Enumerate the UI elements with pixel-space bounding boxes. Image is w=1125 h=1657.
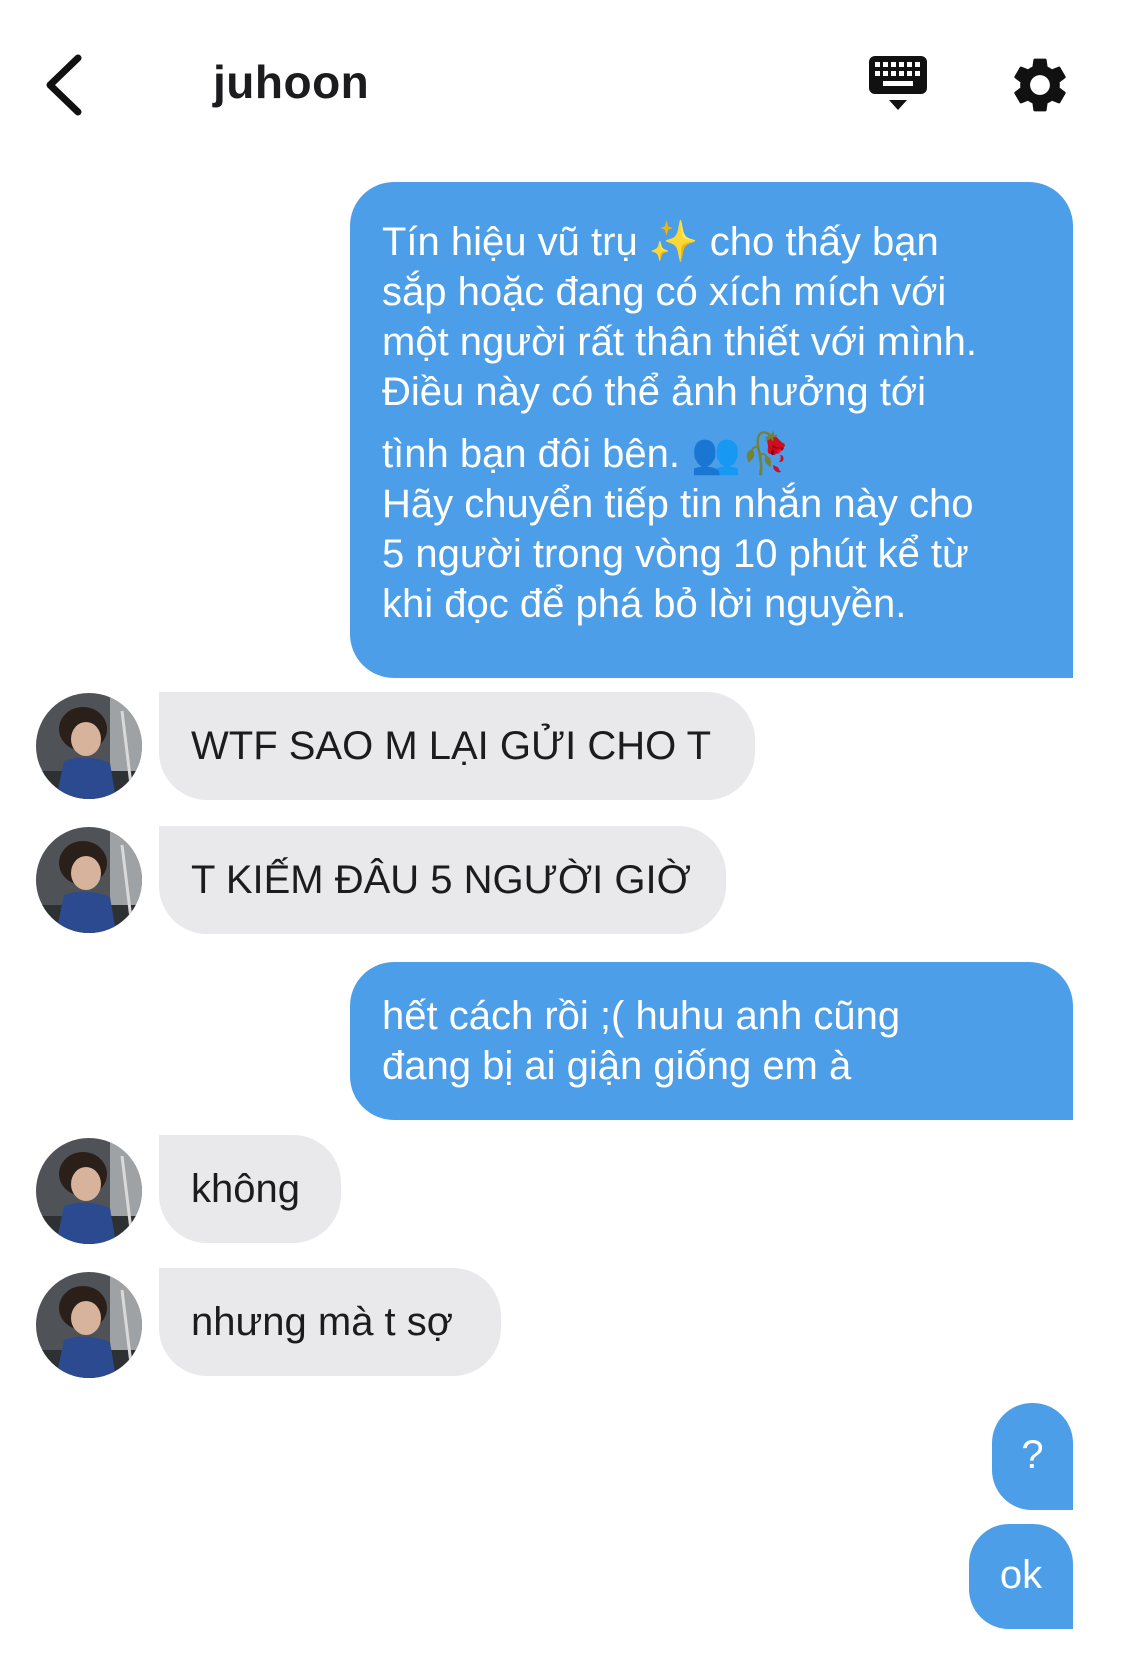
- chat-title[interactable]: juhoon: [213, 55, 369, 109]
- message-text: ?: [1021, 1433, 1044, 1477]
- message-text: ok: [999, 1553, 1043, 1597]
- avatar[interactable]: [36, 693, 142, 799]
- message-line: sắp hoặc đang có xích mích với: [382, 270, 947, 314]
- avatar[interactable]: [36, 1272, 142, 1378]
- keyboard-icon: [869, 56, 927, 110]
- message-line: đang bị ai giận giống em à: [382, 1044, 852, 1088]
- message-line: Hãy chuyển tiếp tin nhắn này cho: [382, 482, 974, 526]
- message-text: T KIẾM ĐÂU 5 NGƯỜI GIỜ: [191, 858, 691, 902]
- avatar[interactable]: [36, 1138, 142, 1244]
- message-line: khi đọc để phá bỏ lời nguyền.: [382, 582, 907, 626]
- avatar[interactable]: [36, 827, 142, 933]
- chevron-left-icon: [46, 54, 82, 116]
- incoming-message-bubble[interactable]: không: [159, 1135, 341, 1243]
- incoming-message-bubble[interactable]: nhưng mà t sợ: [159, 1268, 501, 1376]
- settings-button[interactable]: [1007, 52, 1073, 118]
- message-line: tình bạn đôi bên. 👥🥀: [382, 432, 791, 476]
- outgoing-message-bubble[interactable]: ?: [992, 1403, 1073, 1510]
- keyboard-button[interactable]: [865, 52, 931, 118]
- message-line: Tín hiệu vũ trụ ✨ cho thấy bạn: [382, 220, 939, 264]
- gear-icon: [1014, 58, 1066, 112]
- outgoing-message-bubble[interactable]: hết cách rồi ;( huhu anh cũng đang bị ai…: [350, 962, 1073, 1120]
- message-text: nhưng mà t sợ: [191, 1300, 454, 1344]
- chat-header: juhoon: [0, 0, 1125, 170]
- message-line: hết cách rồi ;( huhu anh cũng: [382, 994, 901, 1038]
- message-line: Điều này có thể ảnh hưởng tới: [382, 370, 927, 414]
- message-text: không: [191, 1167, 300, 1211]
- message-text: WTF SAO M LẠI GỬI CHO T: [191, 724, 712, 768]
- outgoing-message-bubble[interactable]: Tín hiệu vũ trụ ✨ cho thấy bạn sắp hoặc …: [350, 182, 1073, 678]
- back-button[interactable]: [40, 50, 100, 120]
- incoming-message-bubble[interactable]: WTF SAO M LẠI GỬI CHO T: [159, 692, 755, 800]
- outgoing-message-bubble[interactable]: ok: [969, 1524, 1073, 1629]
- incoming-message-bubble[interactable]: T KIẾM ĐÂU 5 NGƯỜI GIỜ: [159, 826, 726, 934]
- message-line: một người rất thân thiết với mình.: [382, 320, 978, 364]
- message-line: 5 người trong vòng 10 phút kể từ: [382, 532, 969, 576]
